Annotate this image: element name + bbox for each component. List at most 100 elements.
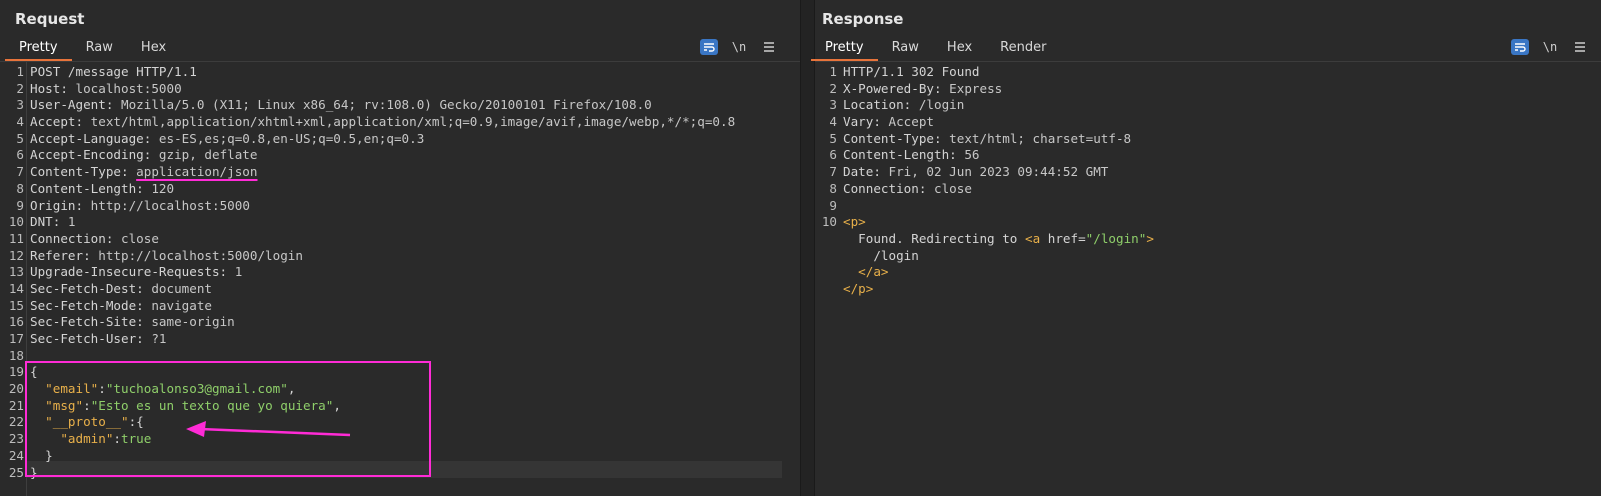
code-token: { [30, 364, 38, 380]
code-token: Referer: [30, 247, 99, 263]
code-token: Origin: [30, 197, 91, 213]
code-token: Content-Type: [30, 164, 137, 180]
code-token: Sec-Fetch-Dest: [30, 280, 152, 296]
line-number: 10 [821, 214, 837, 230]
code-token: > [1146, 230, 1154, 246]
word-wrap-icon[interactable] [1511, 39, 1529, 55]
code-token: X-Powered-By: [843, 80, 950, 96]
code-line: 4 Accept: text/html,application/xhtml+xml… [0, 114, 800, 131]
code-token: </p> [843, 280, 874, 296]
line-number: 9 [829, 197, 837, 213]
request-lines: 1 POST /message HTTP/1.1 2 Host: localhost:… [0, 64, 800, 481]
code-token: } [30, 447, 53, 463]
code-line: 2 Host: localhost:5000 [0, 81, 800, 98]
code-line: 2 X-Powered-By: Express [815, 81, 1601, 98]
code-token: , [333, 397, 341, 413]
code-token: "msg" [45, 397, 84, 413]
code-line: 19 { [0, 364, 800, 381]
response-title: Response [822, 10, 904, 28]
code-line: 1 HTTP/1.1 302 Found [815, 64, 1601, 81]
code-token: Sec-Fetch-User: [30, 331, 152, 346]
line-number: 4 [16, 114, 24, 130]
code-token: close [121, 230, 159, 246]
code-line: 10 DNT: 1 [0, 214, 800, 231]
code-token: ?1 [151, 331, 167, 346]
code-line: 23 "admin":true [0, 431, 800, 448]
line-number: 8 [829, 180, 837, 196]
code-line: 9 Origin: http://localhost:5000 [0, 198, 800, 215]
code-line: </a> [815, 264, 1601, 281]
code-token: Sec-Fetch-Mode: [30, 297, 152, 313]
code-token: Vary: [843, 114, 889, 130]
code-line: 10 <p> [815, 214, 1601, 231]
code-token: <a [1024, 230, 1048, 246]
tab-hex[interactable]: Hex [933, 37, 986, 61]
code-token: close [934, 180, 972, 196]
line-number: 15 [8, 297, 24, 313]
code-token: "/login" [1085, 230, 1147, 246]
code-token: Mozilla/5.0 (X11; Linux x86_64; rv:108.0… [121, 97, 652, 113]
code-line: 22 "__proto__":{ [0, 414, 800, 431]
code-token: text/html,application/xhtml+xml,applicat… [90, 114, 736, 130]
line-number: 5 [16, 130, 24, 146]
code-token: localhost:5000 [75, 80, 182, 96]
code-line: 13 Upgrade-Insecure-Requests: 1 [0, 264, 800, 281]
line-number: 3 [16, 97, 24, 113]
code-line: Found. Redirecting to <a href="/login"> [815, 231, 1601, 248]
code-line: 9 [815, 198, 1601, 215]
code-line: 7 Date: Fri, 02 Jun 2023 09:44:52 GMT [815, 164, 1601, 181]
code-token: Accept-Encoding: [30, 147, 159, 163]
line-number: 7 [829, 164, 837, 180]
word-wrap-icon[interactable] [700, 39, 718, 55]
request-pane: Request Pretty Raw Hex \n 1 POST /message… [0, 0, 800, 496]
code-token: 1 [67, 214, 76, 230]
line-number: 23 [8, 431, 24, 447]
response-editor[interactable]: 1 HTTP/1.1 302 Found 2 X-Powered-By: Expres… [815, 62, 1601, 496]
line-number: 25 [8, 464, 24, 480]
code-line: 12 Referer: http://localhost:5000/login [0, 248, 800, 265]
line-number: 24 [8, 447, 24, 463]
code-token: es-ES,es;q=0.8,en-US;q=0.5,en;q=0.3 [158, 130, 425, 146]
code-token: Content-Type: [843, 130, 950, 146]
line-number: 10 [8, 214, 24, 230]
tab-render[interactable]: Render [986, 37, 1060, 61]
menu-icon[interactable] [1571, 39, 1589, 55]
newline-toggle-button[interactable]: \n [730, 39, 748, 55]
code-line: 6 Accept-Encoding: gzip, deflate [0, 147, 800, 164]
code-token: gzip, deflate [158, 147, 258, 163]
line-number: 18 [8, 347, 24, 363]
request-editor[interactable]: 1 POST /message HTTP/1.1 2 Host: localhost:… [0, 62, 800, 496]
tab-hex[interactable]: Hex [127, 37, 180, 61]
tab-raw[interactable]: Raw [878, 37, 933, 61]
code-line: 5 Content-Type: text/html; charset=utf-8 [815, 131, 1601, 148]
code-token: :{ [128, 414, 144, 430]
code-token: 1 [234, 264, 243, 280]
code-token: /login [918, 97, 965, 113]
code-token: /login [843, 247, 919, 263]
code-token: POST /message HTTP/1.1 [30, 64, 197, 79]
tab-pretty[interactable]: Pretty [5, 37, 72, 61]
code-token: HTTP/1.1 302 Found [843, 64, 980, 79]
code-token: text/html; charset=utf-8 [949, 130, 1132, 146]
line-number: 19 [8, 364, 24, 380]
code-token: "Esto es un texto que yo quiera" [90, 397, 334, 413]
code-token: href= [1047, 230, 1086, 246]
code-token: application/json [136, 164, 258, 180]
pane-divider[interactable] [800, 0, 815, 496]
tab-raw[interactable]: Raw [72, 37, 127, 61]
code-line: 21 "msg":"Esto es un texto que yo quiera… [0, 398, 800, 415]
code-token: , [287, 381, 296, 397]
code-line: 25} [0, 465, 800, 482]
code-token: true [121, 431, 152, 447]
code-token: Connection: [30, 230, 121, 246]
code-token: http://localhost:5000/login [98, 247, 303, 263]
menu-icon[interactable] [760, 39, 778, 55]
code-token: : [83, 397, 91, 413]
line-number: 5 [829, 130, 837, 146]
tab-pretty[interactable]: Pretty [811, 37, 878, 61]
line-number: 13 [8, 264, 24, 280]
line-number: 14 [8, 280, 24, 296]
request-tabs: Pretty Raw Hex [5, 37, 180, 61]
newline-toggle-button[interactable]: \n [1541, 39, 1559, 55]
